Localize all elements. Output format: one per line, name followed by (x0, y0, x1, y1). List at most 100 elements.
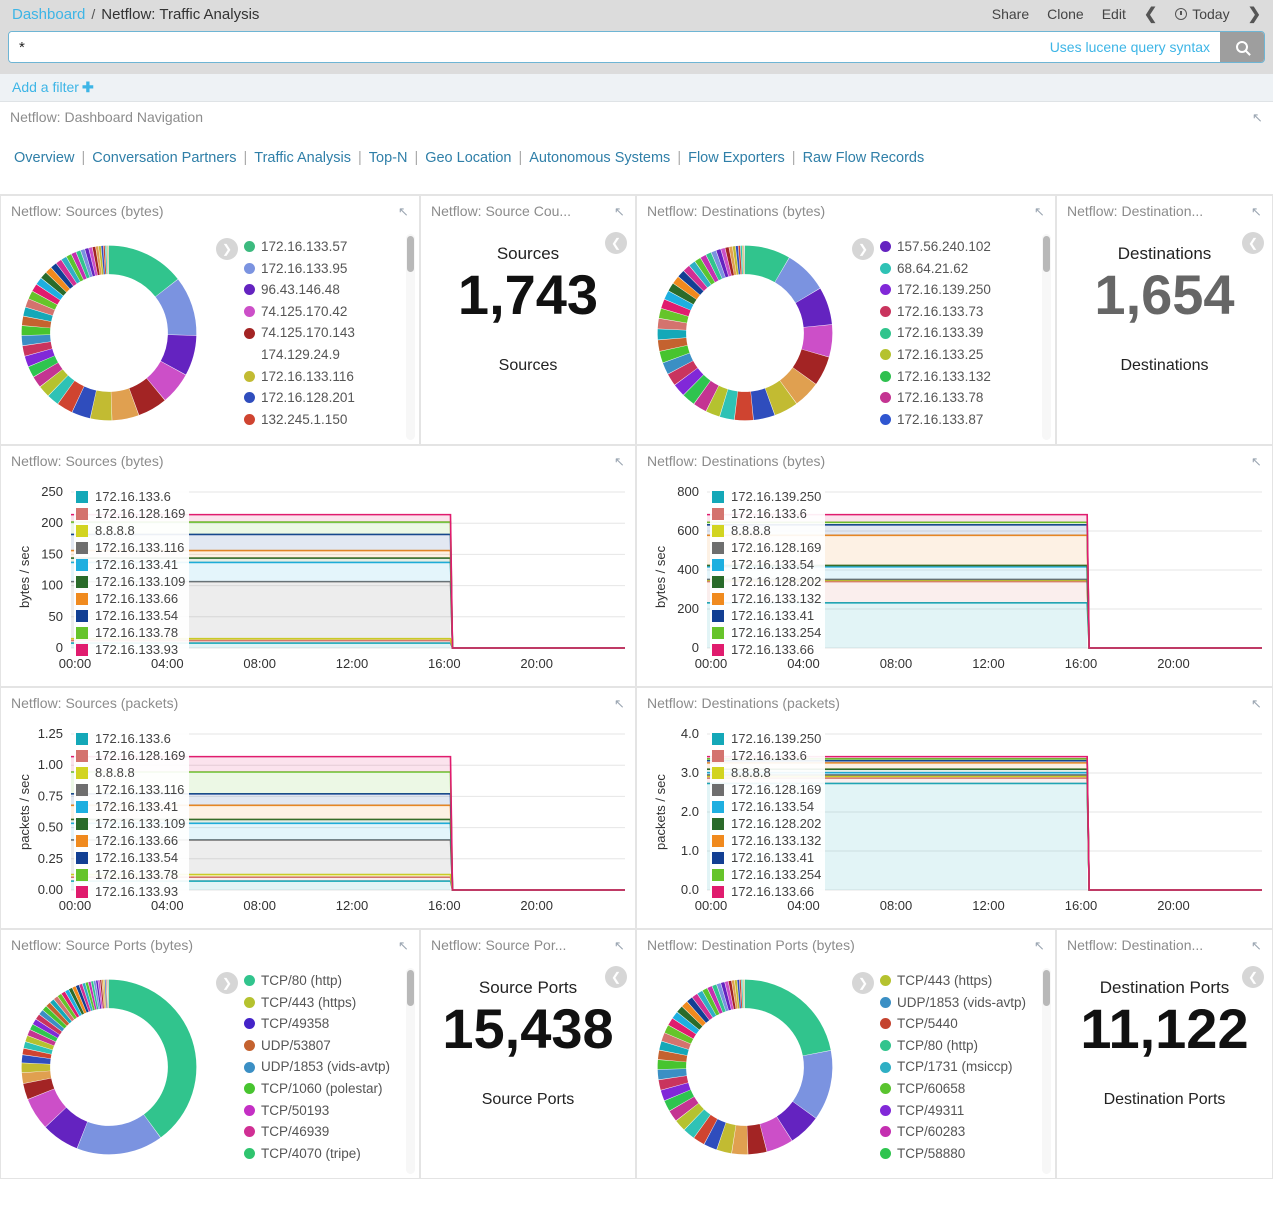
nav-link-top-n[interactable]: Top-N (369, 150, 408, 166)
donut-chart-destination-ports[interactable] (637, 960, 852, 1178)
legend-item[interactable]: 172.16.133.54 (74, 849, 189, 866)
nav-link-traffic-analysis[interactable]: Traffic Analysis (254, 150, 351, 166)
legend-item[interactable]: 172.16.133.6 (74, 488, 189, 505)
legend-item[interactable]: TCP/49311 (880, 1100, 1026, 1122)
expand-icon[interactable]: ↗ (398, 205, 409, 218)
legend-item[interactable]: UDP/53807 (244, 1035, 390, 1057)
legend-item[interactable]: 172.16.133.93 (74, 641, 189, 658)
legend-item[interactable]: 172.16.133.116 (74, 781, 189, 798)
legend-item[interactable]: 172.16.133.78 (74, 624, 189, 641)
expand-icon[interactable]: ↗ (614, 455, 625, 468)
legend-item[interactable]: 172.16.133.254 (710, 866, 825, 883)
legend-item[interactable]: 8.8.8.8 (710, 522, 825, 539)
legend-item[interactable]: 172.16.133.132 (880, 366, 991, 388)
area-chart-sources-bytes[interactable]: 05010015020025000:0004:0008:0012:0016:00… (1, 476, 635, 686)
donut-chart-destinations-bytes[interactable] (637, 226, 852, 444)
legend-item[interactable]: 172.16.133.39 (880, 322, 991, 344)
legend-item[interactable]: 172.16.133.95 (244, 258, 355, 280)
legend-next-icon[interactable]: ❯ (852, 972, 874, 994)
legend-prev-icon[interactable]: ❮ (605, 966, 627, 988)
legend-item[interactable]: TCP/1060 (polestar) (244, 1078, 390, 1100)
legend-item[interactable]: 172.16.128.169 (710, 781, 825, 798)
legend-item[interactable]: 172.16.133.73 (880, 301, 991, 323)
nav-link-conversation-partners[interactable]: Conversation Partners (92, 150, 236, 166)
legend-item[interactable]: 172.16.133.54 (710, 556, 825, 573)
legend-next-icon[interactable]: ❯ (216, 238, 238, 260)
legend-item[interactable]: 172.16.133.6 (710, 505, 825, 522)
legend-item[interactable]: TCP/49358 (244, 1013, 390, 1035)
legend-prev-icon[interactable]: ❮ (1242, 966, 1264, 988)
legend-item[interactable]: TCP/443 (https) (880, 970, 1026, 992)
legend-item[interactable]: 68.64.21.62 (880, 258, 991, 280)
expand-icon[interactable]: ↗ (1034, 205, 1045, 218)
legend-item[interactable]: UDP/1853 (vids-avtp) (880, 992, 1026, 1014)
legend-prev-icon[interactable]: ❮ (1242, 232, 1264, 254)
legend-item[interactable]: 174.129.24.9 (244, 344, 355, 366)
lucene-hint-link[interactable]: Uses lucene query syntax (1040, 32, 1220, 62)
donut-chart-source-ports[interactable] (1, 960, 216, 1178)
legend-scroll-thumb[interactable] (407, 236, 414, 272)
legend-item[interactable]: 157.56.240.102 (880, 236, 991, 258)
nav-link-geo-location[interactable]: Geo Location (425, 150, 511, 166)
expand-icon[interactable]: ↗ (1251, 697, 1262, 710)
donut-slice[interactable] (107, 980, 108, 1008)
nav-link-autonomous-systems[interactable]: Autonomous Systems (529, 150, 670, 166)
legend-item[interactable]: 172.16.133.109 (74, 573, 189, 590)
legend-item[interactable]: 172.16.133.6 (710, 747, 825, 764)
legend-item[interactable]: 172.16.128.169 (710, 539, 825, 556)
legend-item[interactable]: 172.16.128.169 (74, 747, 189, 764)
legend-item[interactable]: 172.16.133.78 (880, 387, 991, 409)
legend-item[interactable]: 172.16.139.250 (880, 279, 991, 301)
legend-item[interactable]: 172.16.133.254 (710, 624, 825, 641)
legend-item[interactable]: 172.16.133.41 (74, 798, 189, 815)
legend-item[interactable]: TCP/80 (http) (880, 1035, 1026, 1057)
legend-item[interactable]: TCP/60658 (880, 1078, 1026, 1100)
clone-button[interactable]: Clone (1047, 6, 1084, 22)
legend-item[interactable]: TCP/58880 (880, 1143, 1026, 1165)
legend-item[interactable]: 172.16.133.54 (710, 798, 825, 815)
legend-item[interactable]: 8.8.8.8 (74, 764, 189, 781)
legend-item[interactable]: 172.16.133.93 (74, 883, 189, 900)
donut-slice[interactable] (77, 1115, 160, 1155)
chart-legend[interactable]: 172.16.133.6172.16.128.1698.8.8.8172.16.… (74, 730, 189, 900)
expand-icon[interactable]: ↗ (1034, 939, 1045, 952)
legend-item[interactable]: UDP/1853 (vids-avtp) (244, 1056, 390, 1078)
legend-item[interactable]: 172.16.133.41 (74, 556, 189, 573)
legend-item[interactable]: 172.16.133.132 (710, 832, 825, 849)
legend-item[interactable]: 172.16.128.202 (710, 573, 825, 590)
legend-item[interactable]: TCP/443 (https) (244, 992, 390, 1014)
add-filter-button[interactable]: Add a filter✚ (12, 79, 94, 96)
donut-slice[interactable] (734, 391, 753, 420)
legend-item[interactable]: 172.16.133.109 (74, 815, 189, 832)
search-input[interactable] (9, 32, 1040, 62)
expand-icon[interactable]: ↗ (614, 697, 625, 710)
legend-scroll-thumb[interactable] (1043, 970, 1050, 1006)
legend-item[interactable]: 172.16.133.57 (244, 236, 355, 258)
legend-item[interactable]: TCP/4070 (tripe) (244, 1143, 390, 1165)
nav-link-raw-flow-records[interactable]: Raw Flow Records (803, 150, 925, 166)
legend-item[interactable]: 172.16.133.66 (710, 641, 825, 658)
legend-item[interactable]: 172.16.133.6 (74, 730, 189, 747)
legend-item[interactable]: 8.8.8.8 (74, 522, 189, 539)
breadcrumb-dashboard-link[interactable]: Dashboard (12, 6, 85, 23)
donut-slice[interactable] (657, 329, 686, 340)
legend-item[interactable]: 172.16.133.25 (880, 344, 991, 366)
expand-icon[interactable]: ↗ (1251, 205, 1262, 218)
legend-item[interactable]: 172.16.133.78 (74, 866, 189, 883)
expand-icon[interactable]: ↗ (398, 939, 409, 952)
legend-item[interactable]: 172.16.133.41 (710, 607, 825, 624)
nav-link-flow-exporters[interactable]: Flow Exporters (688, 150, 785, 166)
legend-next-icon[interactable]: ❯ (216, 972, 238, 994)
legend-item[interactable]: TCP/1731 (msiccp) (880, 1056, 1026, 1078)
time-picker-button[interactable]: Today (1175, 6, 1229, 22)
expand-icon[interactable]: ↗ (1251, 939, 1262, 952)
legend-scrollbar[interactable] (406, 234, 415, 440)
legend-item[interactable]: 172.16.133.54 (74, 607, 189, 624)
legend-scrollbar[interactable] (1042, 968, 1051, 1174)
legend-item[interactable]: TCP/80 (http) (244, 970, 390, 992)
legend-item[interactable]: TCP/5440 (880, 1013, 1026, 1035)
share-button[interactable]: Share (992, 6, 1029, 22)
legend-item[interactable]: 74.125.170.143 (244, 322, 355, 344)
legend-item[interactable]: 172.16.133.116 (74, 539, 189, 556)
legend-item[interactable]: 172.16.139.250 (710, 488, 825, 505)
